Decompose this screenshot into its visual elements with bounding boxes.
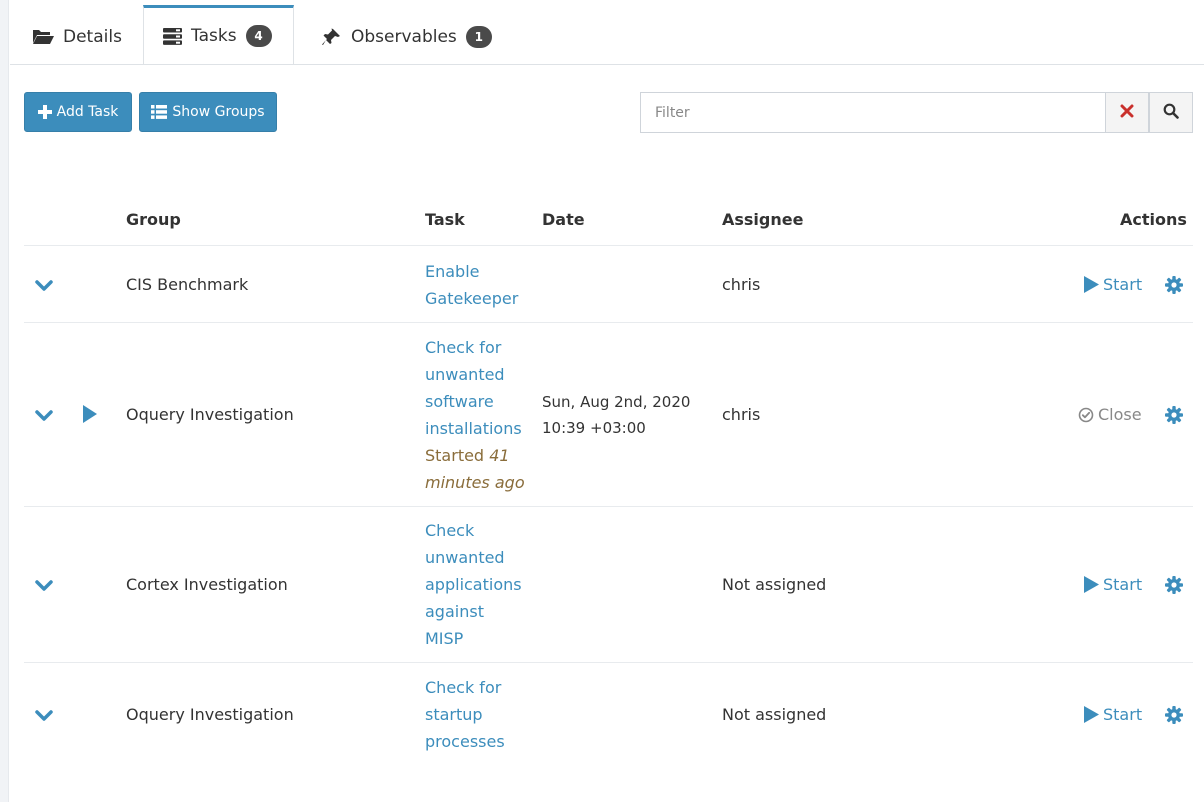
task-assignee: chris: [722, 275, 761, 294]
task-assignee: Not assigned: [722, 575, 827, 594]
task-assignee: chris: [722, 405, 761, 424]
folder-open-icon: [32, 28, 54, 45]
task-group: Oquery Investigation: [126, 705, 294, 724]
task-group: CIS Benchmark: [126, 275, 249, 294]
tasks-count-badge: 4: [245, 25, 272, 47]
tab-tasks[interactable]: Tasks 4: [143, 5, 294, 64]
play-icon: [1084, 276, 1099, 293]
header-divider: [24, 245, 1193, 246]
task-title-link[interactable]: Check for startup processes: [425, 674, 505, 755]
thumbtack-icon: [322, 28, 342, 46]
task-group: Oquery Investigation: [126, 405, 294, 424]
tab-label: Observables: [351, 26, 457, 47]
task-title-link[interactable]: Check for unwanted software installation…: [425, 334, 525, 442]
task-cell: Check for unwanted software installation…: [425, 334, 525, 496]
tab-label: Details: [63, 26, 122, 47]
close-task-button[interactable]: Close: [1078, 401, 1142, 428]
play-icon: [1084, 576, 1099, 593]
gear-icon[interactable]: [1165, 276, 1183, 294]
observables-count-badge: 1: [465, 25, 492, 48]
plus-icon: [37, 105, 52, 119]
times-icon: [1120, 103, 1134, 122]
task-assignee: Not assigned: [722, 705, 827, 724]
left-border: [0, 0, 9, 802]
filter-group: [640, 92, 1193, 133]
tab-bar: Details Tasks 4 Observables 1: [10, 0, 1204, 65]
chevron-down-icon[interactable]: [34, 279, 54, 293]
start-task-button[interactable]: Start: [1084, 701, 1142, 728]
task-status: Started 41 minutes ago: [425, 446, 525, 492]
start-task-button[interactable]: Start: [1084, 571, 1142, 598]
task-title-link[interactable]: Check unwanted applications against MISP: [425, 517, 522, 652]
chevron-down-icon[interactable]: [34, 409, 54, 423]
task-date: Sun, Aug 2nd, 2020 10:39 +03:00: [542, 393, 691, 437]
task-group: Cortex Investigation: [126, 575, 288, 594]
tab-label: Tasks: [191, 26, 237, 46]
list-icon: [151, 105, 168, 119]
tab-details[interactable]: Details: [32, 8, 122, 65]
search-icon: [1163, 103, 1179, 123]
column-header-actions: Actions: [1120, 210, 1187, 229]
gear-icon[interactable]: [1165, 706, 1183, 724]
tab-observables[interactable]: Observables 1: [322, 8, 492, 65]
start-task-button[interactable]: Start: [1084, 271, 1142, 298]
row-divider: [24, 322, 1193, 323]
chevron-down-icon[interactable]: [34, 709, 54, 723]
column-header-group[interactable]: Group: [126, 210, 181, 229]
gear-icon[interactable]: [1165, 406, 1183, 424]
show-groups-label: Show Groups: [172, 104, 265, 120]
task-title-link[interactable]: Enable Gatekeeper: [425, 258, 518, 312]
clear-filter-button[interactable]: [1105, 92, 1149, 133]
search-button[interactable]: [1149, 92, 1193, 133]
filter-input[interactable]: [640, 92, 1105, 133]
show-groups-button[interactable]: Show Groups: [139, 92, 277, 132]
row-divider: [24, 506, 1193, 507]
add-task-button[interactable]: Add Task: [24, 92, 132, 132]
column-header-assignee[interactable]: Assignee: [722, 210, 803, 229]
check-circle-icon: [1078, 407, 1094, 423]
row-divider: [24, 662, 1193, 663]
chevron-down-icon[interactable]: [34, 579, 54, 593]
in-progress-play-icon: [83, 405, 97, 423]
column-header-task[interactable]: Task: [425, 210, 465, 229]
play-icon: [1084, 706, 1099, 723]
tasks-icon: [163, 27, 182, 45]
add-task-label: Add Task: [56, 104, 119, 120]
column-header-date[interactable]: Date: [542, 210, 585, 229]
gear-icon[interactable]: [1165, 576, 1183, 594]
